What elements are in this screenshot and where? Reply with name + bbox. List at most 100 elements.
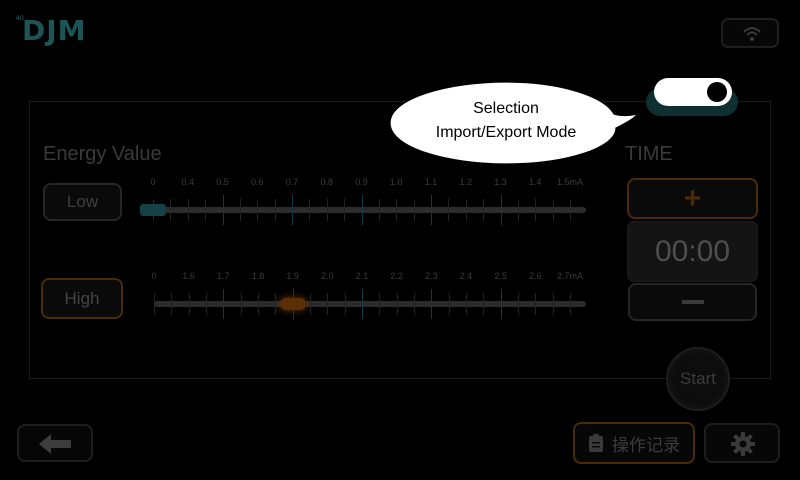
scale-label: 0	[151, 271, 157, 281]
slider-track[interactable]	[154, 301, 586, 307]
scale-label: 0.4	[181, 177, 195, 187]
time-decrease-button[interactable]	[628, 283, 757, 321]
scale-tick	[240, 293, 242, 315]
wifi-button[interactable]	[721, 18, 779, 48]
wifi-icon	[743, 27, 761, 41]
scale-tick	[570, 293, 571, 315]
energy-value-title: Energy Value	[43, 143, 162, 165]
scale-tick	[188, 293, 190, 315]
scale-label: 0.5	[216, 177, 229, 187]
start-button[interactable]: Start	[666, 347, 730, 411]
scale-tick	[535, 293, 537, 315]
slider-thumb[interactable]	[279, 298, 306, 310]
operation-records-button[interactable]: 操作记录	[573, 422, 695, 464]
scale-label: 1.5mA	[556, 177, 584, 187]
scale-tick	[379, 293, 381, 315]
scale-tick	[239, 199, 241, 221]
mode-toggle-switch[interactable]	[654, 78, 732, 106]
scale-label: 0	[150, 177, 156, 187]
scale-tick	[518, 293, 519, 315]
scale-tick	[414, 293, 415, 315]
scale-tick	[187, 199, 189, 221]
scale-tick-major	[223, 289, 225, 319]
scale-tick	[552, 199, 554, 221]
scale-label: 0.8	[320, 177, 334, 187]
scale-tick-major	[222, 195, 224, 225]
scale-label: 2.4	[459, 271, 473, 281]
scale-label: 2.1	[355, 271, 369, 281]
slider-thumb[interactable]	[140, 204, 166, 216]
time-increase-button[interactable]: +	[627, 178, 758, 219]
scale-tick	[465, 199, 467, 221]
scale-label: 1.3	[494, 177, 507, 187]
scale-tick	[205, 199, 207, 221]
scale-label: 2.3	[425, 271, 438, 281]
scale-tick	[309, 199, 311, 221]
scale-tick-major	[362, 289, 363, 319]
callout-line-1: Selection	[473, 100, 539, 117]
scale-label: 0.9	[355, 177, 368, 187]
minus-icon	[681, 300, 704, 304]
scale-label: 1.1	[424, 177, 438, 187]
scale-tick-major	[431, 289, 433, 319]
scale-tick-major	[500, 289, 502, 319]
scale-tick	[310, 293, 311, 315]
scale-tick	[378, 199, 380, 221]
brand-logo: 4G DJM	[16, 14, 96, 50]
scale-tick-major	[361, 195, 363, 225]
scale-tick-major	[431, 195, 432, 225]
scale-tick	[466, 293, 467, 315]
scale-tick	[396, 293, 398, 315]
scale-tick	[552, 293, 554, 315]
scale-label: 2.6	[529, 271, 542, 281]
scale-tick	[154, 293, 155, 315]
scale-tick	[448, 293, 450, 315]
scale-tick	[274, 199, 276, 221]
clipboard-icon	[589, 434, 603, 452]
scale-label: 1.2	[459, 177, 473, 187]
callout-text: Selection Import/Export Mode	[400, 97, 612, 145]
scale-tick	[448, 199, 450, 221]
scale-tick	[413, 199, 415, 221]
back-button[interactable]	[17, 424, 93, 462]
scale-label: 2.2	[390, 271, 403, 281]
slider-track[interactable]	[153, 207, 586, 213]
scale-tick	[171, 293, 173, 315]
scale-label: 1.4	[528, 177, 542, 187]
settings-button[interactable]	[704, 423, 780, 463]
scale-tick	[344, 293, 346, 315]
scale-tick-major	[292, 195, 293, 225]
scale-tick-major	[500, 195, 502, 225]
scale-tick	[344, 199, 346, 221]
scale-label: 1.9	[286, 271, 299, 281]
scale-label: 1.8	[251, 271, 265, 281]
scale-tick	[275, 293, 277, 315]
time-display: 00:00	[627, 221, 758, 282]
time-title: TIME	[625, 143, 673, 165]
scale-tick	[517, 199, 519, 221]
scale-tick	[258, 293, 259, 315]
scale-tick	[483, 199, 485, 221]
logo-text: DJM	[22, 14, 87, 47]
scale-tick	[326, 199, 328, 221]
scale-tick	[483, 293, 485, 315]
operation-records-label: 操作记录	[612, 435, 680, 456]
scale-label: 2.7mA	[556, 271, 584, 281]
scale-label: 0.7	[285, 177, 299, 187]
scale-label: 0.6	[250, 177, 264, 187]
scale-tick	[206, 293, 207, 315]
back-arrow-icon	[39, 434, 71, 454]
scale-tick	[170, 199, 172, 221]
scale-tick	[570, 199, 571, 221]
scale-label: 2.5	[494, 271, 507, 281]
scale-label: 1.7	[217, 271, 230, 281]
scale-tick	[327, 293, 329, 315]
callout-line-2: Import/Export Mode	[435, 124, 577, 141]
scale-label: 1.0	[389, 177, 403, 187]
scale-tick	[396, 199, 398, 221]
scale-label: 2.0	[321, 271, 334, 281]
scale-label: 1.6	[182, 271, 195, 281]
scale-tick	[257, 199, 259, 221]
scale-tick	[535, 199, 537, 221]
plus-icon: +	[683, 181, 702, 215]
